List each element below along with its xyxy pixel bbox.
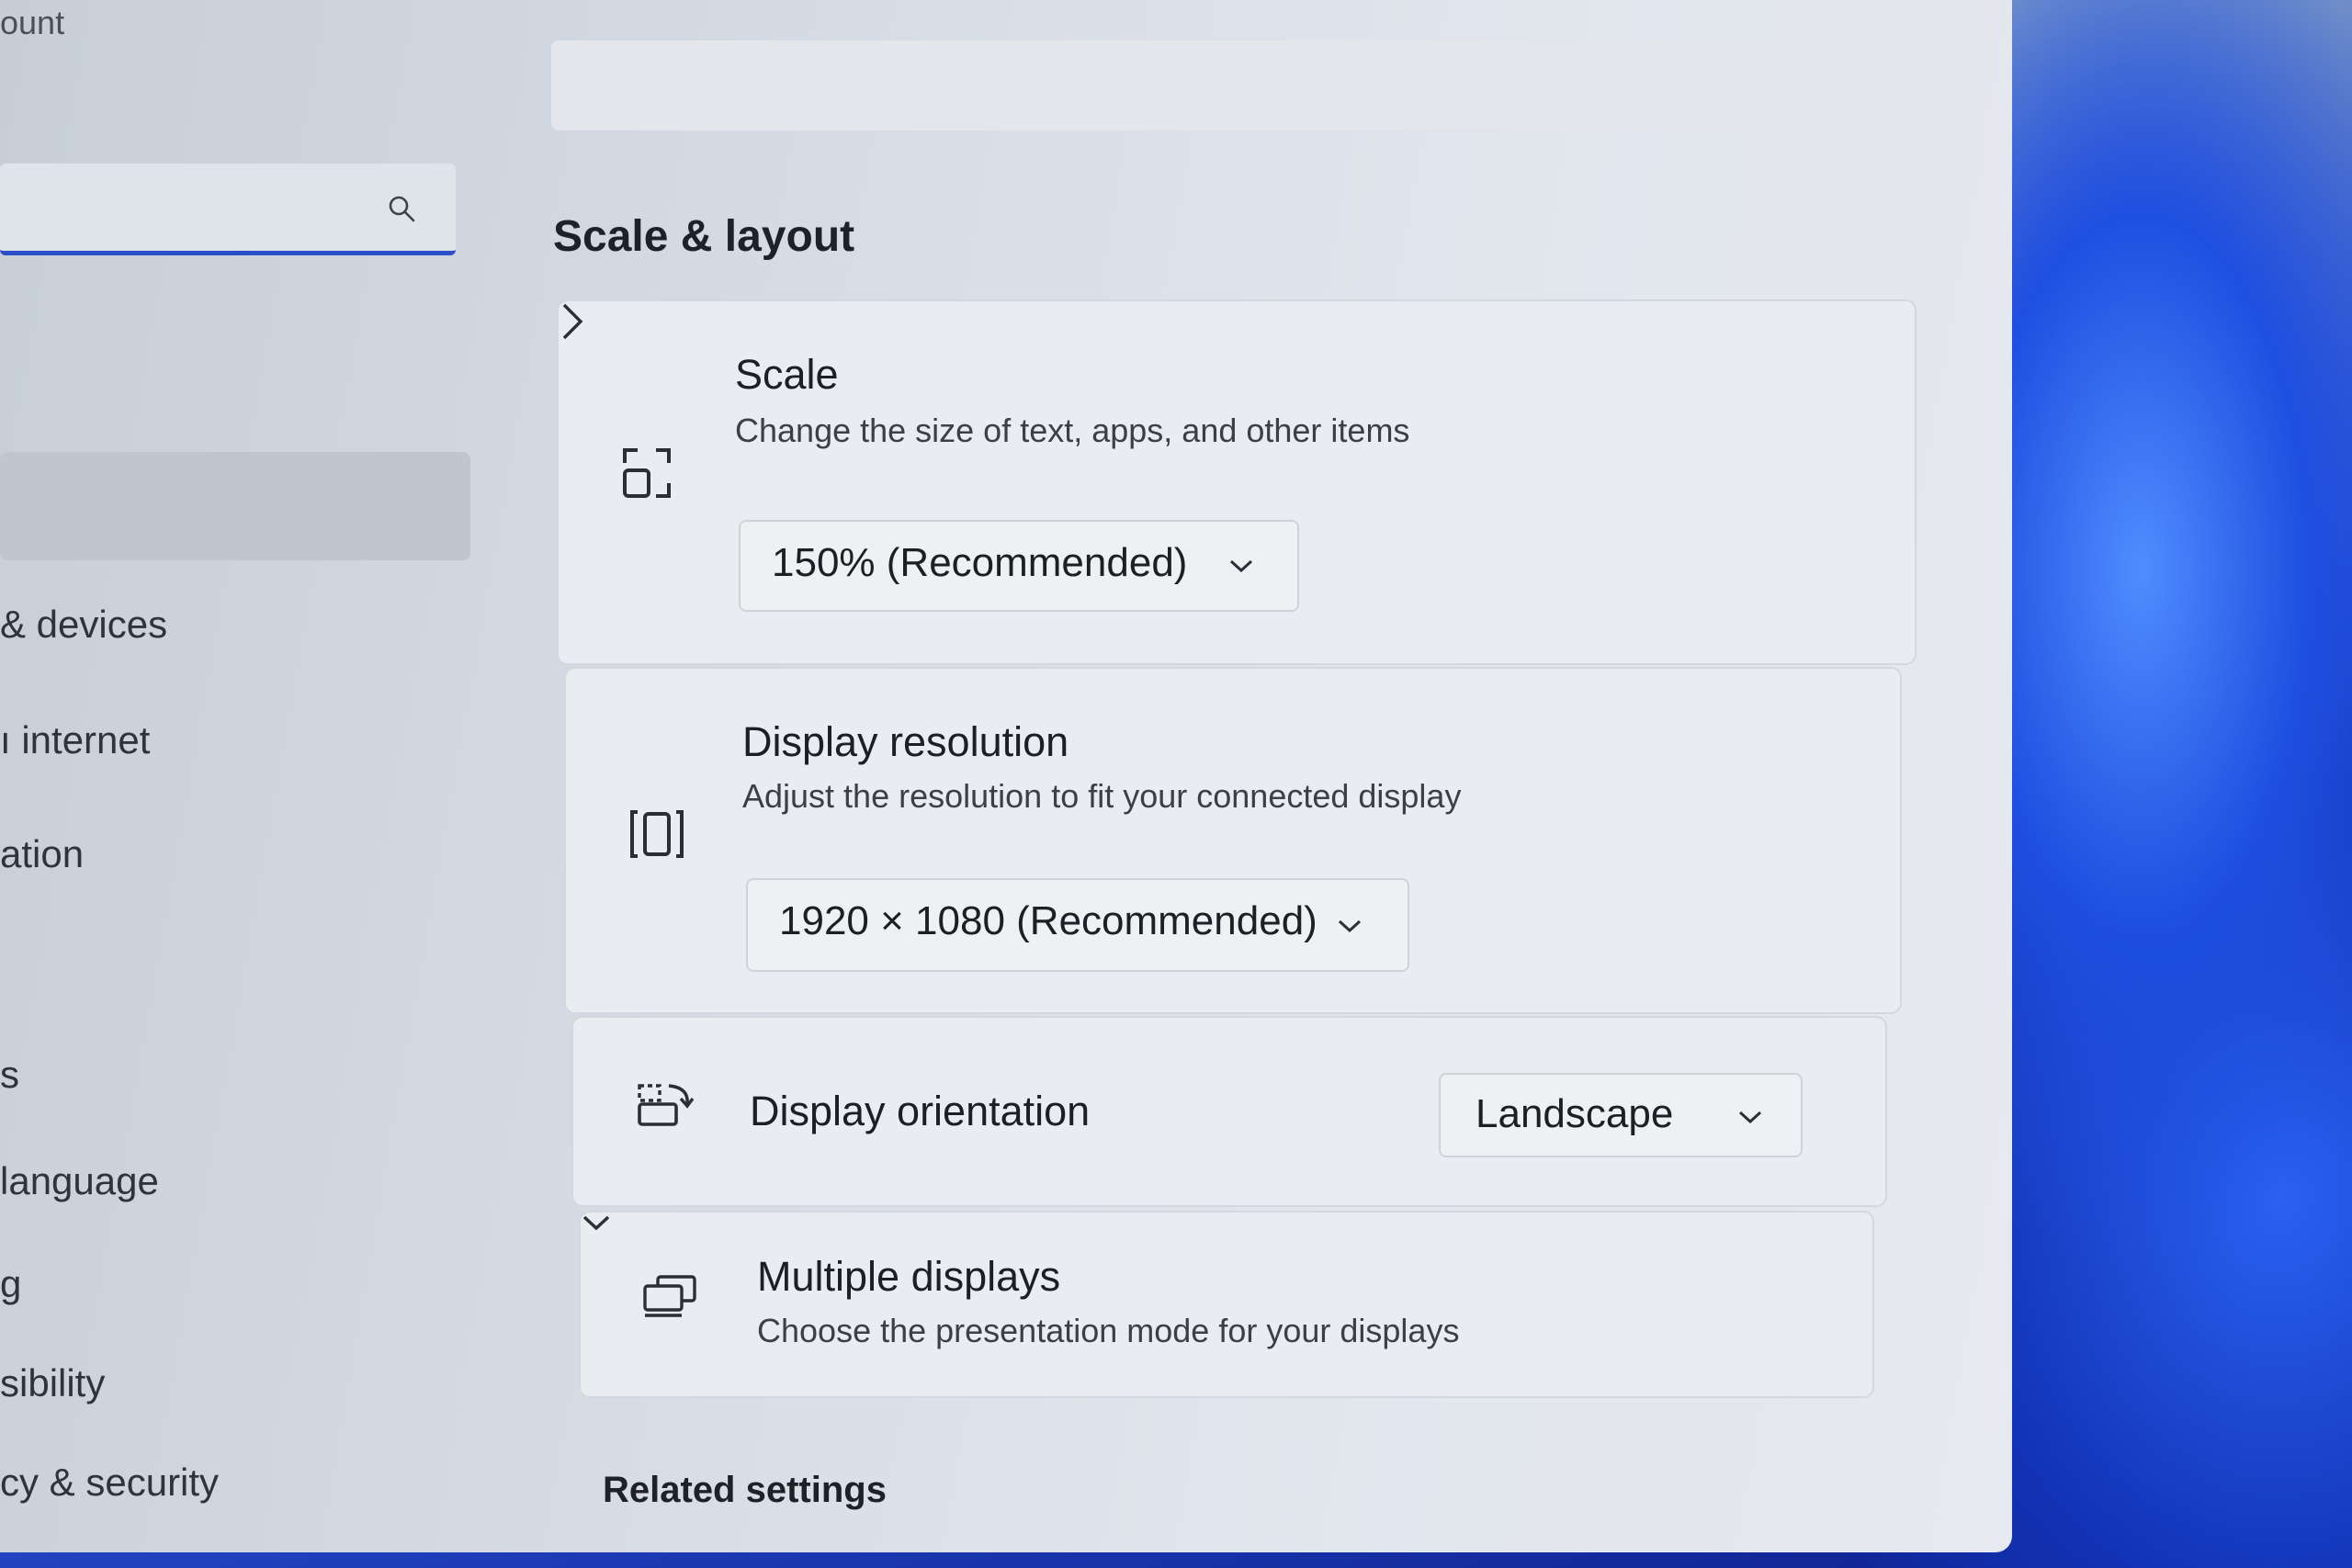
sidebar-item-accounts[interactable]: s <box>0 1053 19 1097</box>
sidebar-item-system-selected[interactable] <box>0 452 470 560</box>
section-title: Scale & layout <box>553 212 855 261</box>
display-resolution-card[interactable]: Display resolution Adjust the resolution… <box>564 667 1902 1014</box>
orientation-icon <box>638 1084 695 1126</box>
scale-icon <box>623 448 671 498</box>
multiple-displays-icon <box>643 1275 696 1317</box>
sidebar-item-gaming[interactable]: g <box>0 1262 21 1306</box>
sidebar-item-accessibility[interactable]: sibility <box>0 1361 105 1405</box>
sidebar-item-personalization[interactable]: ation <box>0 832 84 876</box>
sidebar-account-name[interactable]: ount <box>0 4 64 42</box>
scale-dropdown-value: 150% (Recommended) <box>772 540 1188 585</box>
chevron-down-icon <box>1738 1111 1762 1124</box>
sidebar-item-network-internet[interactable]: ı internet <box>0 718 150 762</box>
resolution-icon <box>630 810 684 858</box>
scale-dropdown[interactable]: 150% (Recommended) <box>739 520 1299 612</box>
multiple-displays-subtitle: Choose the presentation mode for your di… <box>757 1312 1460 1349</box>
search-input[interactable] <box>0 164 456 255</box>
multiple-displays-card[interactable]: Multiple displays Choose the presentatio… <box>579 1211 1874 1398</box>
resolution-dropdown[interactable]: 1920 × 1080 (Recommended) <box>746 878 1409 972</box>
previous-card[interactable] <box>551 40 1934 130</box>
orientation-dropdown[interactable]: Landscape <box>1439 1073 1803 1157</box>
resolution-dropdown-value: 1920 × 1080 (Recommended) <box>779 898 1317 943</box>
chevron-down-icon <box>1338 919 1362 933</box>
sidebar-item-bluetooth-devices[interactable]: & devices <box>0 603 167 647</box>
scale-card[interactable]: Scale Change the size of text, apps, and… <box>557 299 1917 665</box>
related-settings-heading: Related settings <box>603 1470 887 1510</box>
main-content: Scale & layout Scale Change the size of … <box>551 0 1948 1552</box>
display-orientation-card[interactable]: Display orientation Landscape <box>571 1016 1887 1207</box>
chevron-down-icon <box>1229 559 1253 573</box>
display-orientation-title: Display orientation <box>750 1088 1091 1134</box>
sidebar-item-privacy-security[interactable]: cy & security <box>0 1461 219 1505</box>
sidebar: ount & devices ı internet ation s langua… <box>0 0 496 1552</box>
orientation-dropdown-value: Landscape <box>1476 1091 1674 1136</box>
chevron-right-icon[interactable] <box>559 301 586 342</box>
sidebar-item-time-language[interactable]: language <box>0 1159 159 1203</box>
scale-subtitle: Change the size of text, apps, and other… <box>735 412 1410 449</box>
display-resolution-title: Display resolution <box>742 718 1069 765</box>
multiple-displays-title: Multiple displays <box>757 1253 1061 1300</box>
settings-window: ount & devices ı internet ation s langua… <box>0 0 2012 1552</box>
scale-title: Scale <box>735 351 839 398</box>
display-resolution-subtitle: Adjust the resolution to fit your connec… <box>742 777 1462 815</box>
chevron-down-icon[interactable] <box>581 1213 612 1233</box>
search-icon <box>389 196 415 222</box>
